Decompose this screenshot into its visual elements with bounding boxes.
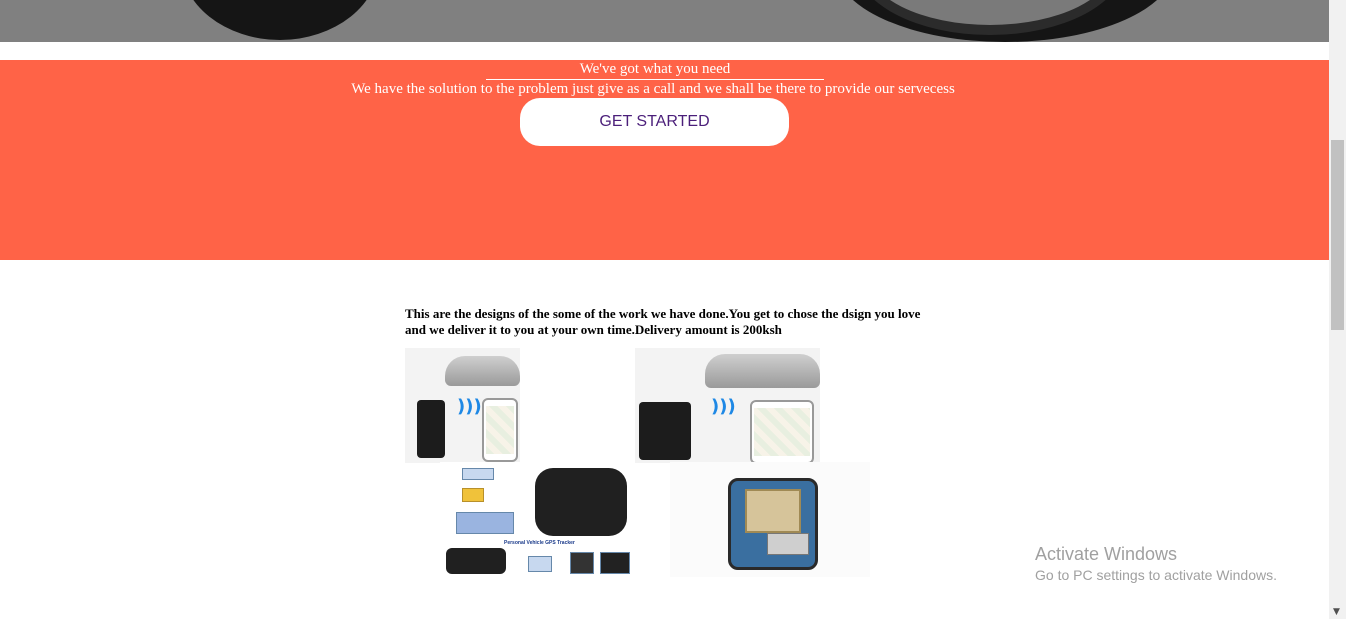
get-started-button[interactable]: GET STARTED xyxy=(520,98,789,146)
product-image-gps-module[interactable] xyxy=(670,462,870,577)
hero-image-strip xyxy=(0,0,1329,42)
activate-windows-watermark: Activate Windows Go to PC settings to ac… xyxy=(1035,543,1277,585)
cta-section: We've got what you need We have the solu… xyxy=(0,60,1329,260)
vertical-scrollbar[interactable]: ▼ xyxy=(1329,0,1346,619)
product-image-personal-vehicle-tracker[interactable]: Personal Vehicle GPS Tracker xyxy=(440,462,635,577)
work-description: This are the designs of the some of the … xyxy=(405,306,921,337)
cta-heading: We've got what you need xyxy=(486,60,824,80)
cta-subtext: We have the solution to the problem just… xyxy=(351,81,955,97)
product-caption: Personal Vehicle GPS Tracker xyxy=(504,540,575,546)
product-image-tracker-phone-large[interactable]: ))) xyxy=(635,348,820,463)
motorcycle-tire-right xyxy=(835,0,1175,42)
scrollbar-thumb[interactable] xyxy=(1331,140,1344,330)
activate-windows-subtitle: Go to PC settings to activate Windows. xyxy=(1035,567,1277,583)
activate-windows-title: Activate Windows xyxy=(1035,544,1178,564)
product-image-tracker-phone[interactable]: ))) xyxy=(405,348,520,463)
motorcycle-tire-left xyxy=(180,0,380,40)
scroll-down-arrow-icon[interactable]: ▼ xyxy=(1333,607,1340,617)
